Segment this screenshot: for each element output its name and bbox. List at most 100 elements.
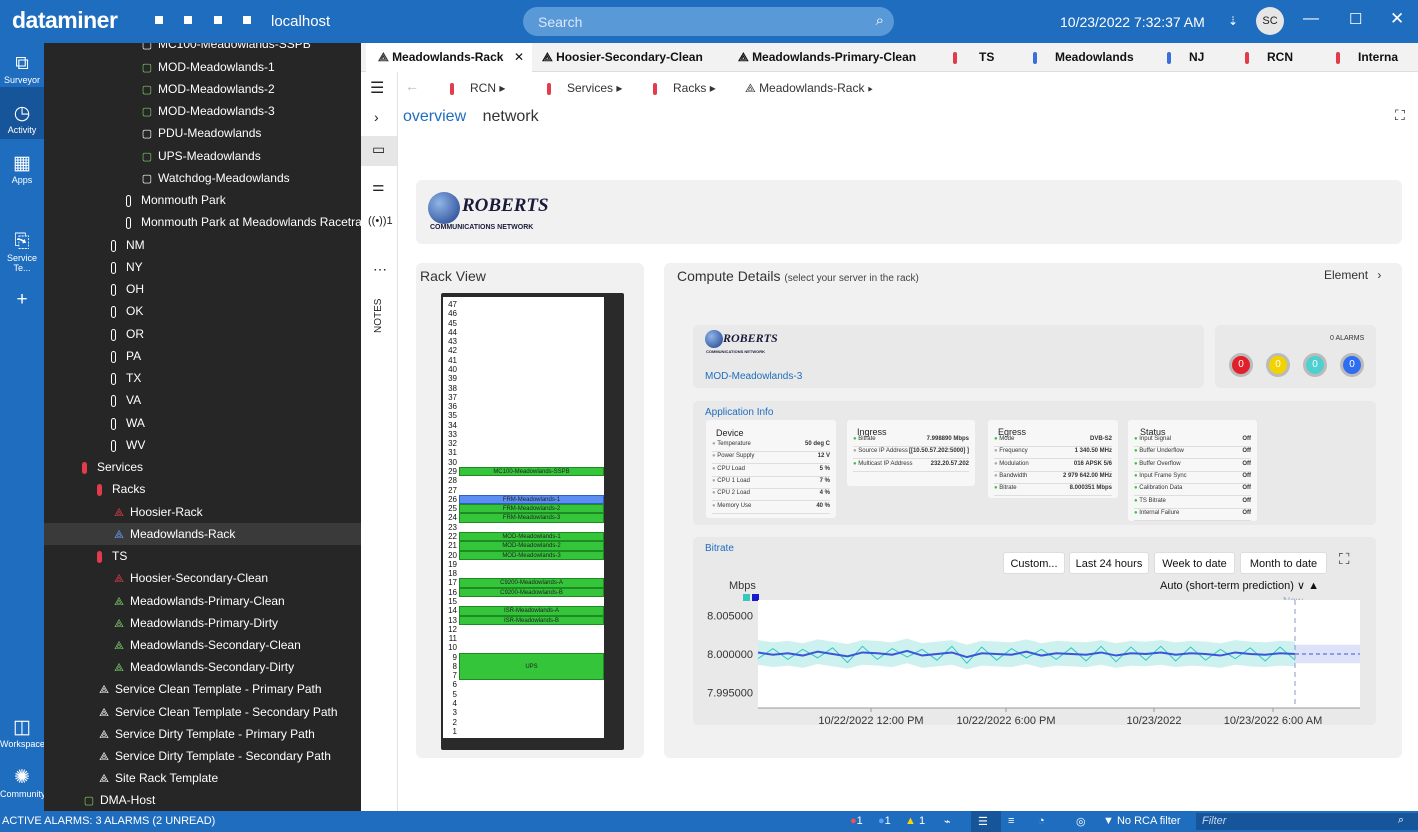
tree-item[interactable]: OR bbox=[111, 323, 144, 345]
rack-device[interactable]: UPS bbox=[459, 652, 604, 681]
rack-device[interactable]: FRM-Meadowlands-2 bbox=[459, 504, 604, 514]
tree-item[interactable]: ▢ MC100-Meadowlands-SSPB bbox=[140, 43, 311, 55]
alarm-critical[interactable]: 0 bbox=[1229, 353, 1253, 377]
tree-item[interactable]: ▢ UPS-Meadowlands bbox=[140, 145, 261, 167]
expand-icon[interactable]: ⛶ bbox=[1339, 551, 1350, 568]
pie-icon[interactable]: ◔ bbox=[1038, 815, 1045, 827]
tab-overview[interactable]: overview bbox=[403, 108, 466, 125]
focus-icon[interactable]: ◎ bbox=[1076, 815, 1086, 828]
tree-item[interactable]: ▢ MOD-Meadowlands-1 bbox=[140, 56, 275, 78]
sort-icon[interactable]: ≡ bbox=[1008, 815, 1014, 827]
tree-item[interactable]: WV bbox=[111, 434, 145, 456]
tree-item[interactable]: ⟁ Hoosier-Secondary-Clean bbox=[112, 567, 268, 589]
rack-device[interactable]: FRM-Meadowlands-1 bbox=[459, 494, 604, 505]
tree-item[interactable]: WA bbox=[111, 412, 145, 434]
rail-activity[interactable]: ◷ Activity bbox=[0, 103, 44, 135]
tree-item[interactable]: ⟁ Service Clean Template - Primary Path bbox=[97, 678, 321, 700]
tab-network[interactable]: network bbox=[483, 108, 539, 125]
tree-item[interactable]: TX bbox=[111, 367, 141, 389]
month-to-date-button[interactable]: Month to date bbox=[1240, 552, 1327, 574]
alarm-warning[interactable]: 0 bbox=[1340, 353, 1364, 377]
tree-item[interactable]: OH bbox=[111, 278, 144, 300]
square-icon[interactable] bbox=[155, 16, 163, 24]
tree-item[interactable]: TS bbox=[97, 545, 127, 567]
prediction-select[interactable]: Auto (short-term prediction) ∨ ▲ bbox=[1160, 579, 1319, 592]
breadcrumb-item[interactable]: ⟁ Meadowlands-Rack ▸ bbox=[745, 81, 873, 96]
tree-item[interactable]: ▢ MOD-Meadowlands-3 bbox=[140, 100, 275, 122]
square-icon[interactable] bbox=[184, 16, 192, 24]
tab-close-icon[interactable]: ✕ bbox=[514, 43, 524, 72]
minor-count[interactable]: ●1 bbox=[878, 815, 891, 827]
square-icon[interactable] bbox=[214, 16, 222, 24]
tree-item[interactable]: ▢ PDU-Meadowlands bbox=[140, 122, 262, 144]
tree-item[interactable]: Services bbox=[82, 456, 143, 478]
fullscreen-icon[interactable]: ⛶ bbox=[1395, 107, 1405, 124]
tree-item-selected[interactable]: ⟁ Meadowlands-Rack bbox=[44, 523, 361, 545]
tab-ts[interactable]: TS bbox=[953, 43, 994, 72]
rail-community[interactable]: ✺ Community bbox=[0, 767, 46, 799]
tree-item[interactable]: Racks bbox=[97, 478, 145, 500]
tab-hoosier-secondary-clean[interactable]: ⟁ Hoosier-Secondary-Clean bbox=[542, 43, 703, 72]
sliders-icon[interactable]: ⚌ bbox=[372, 178, 385, 195]
rack-device[interactable]: C9200-Meadowlands-B bbox=[459, 587, 604, 597]
tree-item[interactable]: ▢ DMA-Host bbox=[82, 789, 156, 811]
tree-item[interactable]: Monmouth Park bbox=[126, 189, 226, 211]
week-to-date-button[interactable]: Week to date bbox=[1154, 552, 1235, 574]
chevron-right-icon[interactable]: › bbox=[374, 109, 379, 125]
active-alarms-text[interactable]: ACTIVE ALARMS: 3 ALARMS (2 UNREAD) bbox=[2, 815, 215, 827]
avatar[interactable]: SC bbox=[1256, 7, 1284, 35]
tree-item[interactable]: PA bbox=[111, 345, 141, 367]
tree-item[interactable]: ⟁ Hoosier-Rack bbox=[112, 501, 203, 523]
breadcrumb-item[interactable]: Services ▸ bbox=[547, 81, 622, 95]
maximize-icon[interactable]: ☐ bbox=[1349, 10, 1362, 28]
tree-item[interactable]: VA bbox=[111, 389, 141, 411]
alarm-minor[interactable]: 0 bbox=[1303, 353, 1327, 377]
rca-filter[interactable]: ▼ No RCA filter bbox=[1103, 815, 1181, 827]
back-arrow-icon[interactable]: ← bbox=[405, 78, 419, 94]
tree-item[interactable]: ⟁ Site Rack Template bbox=[97, 767, 218, 789]
rail-apps[interactable]: ▦ Apps bbox=[0, 153, 44, 185]
minimize-icon[interactable]: — bbox=[1303, 10, 1319, 28]
rack-device[interactable]: FRM-Meadowlands-3 bbox=[459, 513, 604, 523]
hamburger-icon[interactable]: ☰ bbox=[370, 78, 384, 98]
breadcrumb-item[interactable]: Racks ▸ bbox=[653, 81, 716, 95]
rack-device[interactable]: ISR-Meadowlands-A bbox=[459, 606, 604, 616]
chevron-down-icon[interactable]: ⇣ bbox=[1228, 14, 1238, 28]
critical-count[interactable]: ●1 bbox=[850, 815, 863, 827]
rack-device[interactable]: C9200-Meadowlands-A bbox=[459, 578, 604, 588]
rack-device[interactable]: MC100-Meadowlands-SSPB bbox=[459, 467, 604, 477]
close-icon[interactable]: ✕ bbox=[1390, 9, 1404, 29]
rail-workspace[interactable]: ◫ Workspace bbox=[0, 717, 45, 749]
rack-device[interactable]: MOD-Meadowlands-3 bbox=[459, 550, 604, 560]
tree-item[interactable]: NY bbox=[111, 256, 143, 278]
rail-add[interactable]: + bbox=[0, 289, 44, 311]
tree-item[interactable]: ⟁ Service Dirty Template - Secondary Path bbox=[97, 745, 331, 767]
bitrate-chart[interactable]: 8.005000 8.000000 7.995000 10/22/2022 12:00… bbox=[700, 600, 1370, 728]
alarm-major[interactable]: 0 bbox=[1266, 353, 1290, 377]
more-icon[interactable]: ⋯ bbox=[373, 261, 387, 278]
tree-item[interactable]: NM bbox=[111, 234, 145, 256]
search-input[interactable]: Search ⌕ bbox=[523, 7, 894, 36]
trend-icon[interactable]: ⌁ bbox=[944, 815, 951, 828]
rail-surveyor[interactable]: ⧉ Surveyor bbox=[0, 53, 44, 85]
tab-nj[interactable]: NJ bbox=[1167, 43, 1204, 72]
rack-device[interactable]: MOD-Meadowlands-2 bbox=[459, 541, 604, 551]
breadcrumb-item[interactable]: RCN ▸ bbox=[450, 81, 505, 95]
tab-meadowlands-rack[interactable]: ⟁ Meadowlands-Rack ✕ bbox=[366, 43, 532, 72]
tree-item[interactable]: Monmouth Park at Meadowlands Racetrack bbox=[126, 211, 361, 233]
filter-input[interactable]: Filter ⌕ bbox=[1196, 813, 1418, 830]
custom-range-button[interactable]: Custom... bbox=[1003, 552, 1065, 574]
tree-item[interactable]: OK bbox=[111, 300, 143, 322]
list-icon[interactable]: ☰ bbox=[978, 815, 988, 828]
rack-device[interactable]: ISR-Meadowlands-B bbox=[459, 615, 604, 625]
tab-interna[interactable]: Interna bbox=[1336, 43, 1418, 72]
tree-item[interactable]: ▢ Watchdog-Meadowlands bbox=[140, 167, 290, 189]
tree-item[interactable]: ⟁ Service Clean Template - Secondary Path bbox=[97, 701, 337, 723]
tree-item[interactable]: ⟁ Service Dirty Template - Primary Path bbox=[97, 723, 315, 745]
tab-meadowlands-primary-clean[interactable]: ⟁ Meadowlands-Primary-Clean bbox=[738, 43, 916, 72]
tree-item[interactable]: ⟁ Meadowlands-Secondary-Dirty bbox=[112, 656, 294, 678]
alarm-indicator[interactable]: ((•))1 bbox=[368, 215, 393, 227]
monitor-icon[interactable]: ▭ bbox=[372, 141, 385, 158]
tree-item[interactable]: ▢ MOD-Meadowlands-2 bbox=[140, 78, 275, 100]
tab-rcn[interactable]: RCN bbox=[1245, 43, 1293, 72]
